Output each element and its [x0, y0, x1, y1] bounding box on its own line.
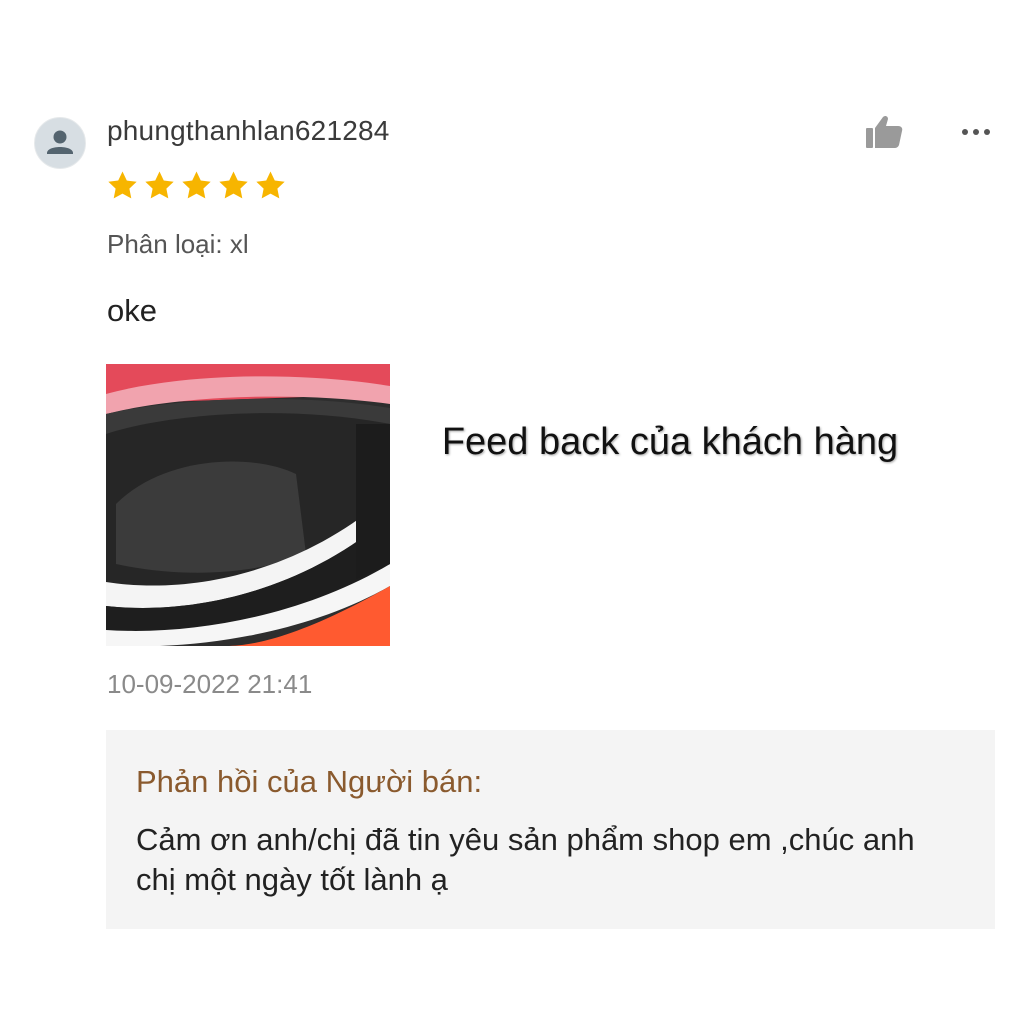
reviewer-username[interactable]: phungthanhlan621284 [107, 115, 390, 147]
user-avatar-icon [47, 130, 73, 154]
user-avatar[interactable] [34, 117, 86, 169]
variation-label: Phân loại: xl [107, 229, 249, 259]
star-icon [256, 171, 285, 199]
thumbs-up-icon [866, 115, 903, 148]
like-button[interactable] [864, 114, 904, 150]
seller-reply-box: Phản hồi của Người bán: Cảm ơn anh/chị đ… [106, 730, 995, 929]
review-photo[interactable] [106, 364, 390, 646]
review-comment: oke [107, 293, 157, 328]
more-options-icon [962, 129, 990, 135]
feedback-caption: Feed back của khách hàng [441, 421, 899, 463]
seller-reply-text: Cảm ơn anh/chị đã tin yêu sản phẩm shop … [136, 822, 915, 897]
star-rating [106, 169, 287, 205]
star-icon [219, 171, 248, 199]
star-icon [182, 171, 211, 199]
star-icon [108, 171, 137, 199]
seller-reply-title: Phản hồi của Người bán: [136, 764, 483, 799]
star-icon [145, 171, 174, 199]
product-photo-image [106, 364, 390, 646]
review-timestamp: 10-09-2022 21:41 [107, 669, 313, 699]
more-options-button[interactable] [958, 118, 994, 146]
